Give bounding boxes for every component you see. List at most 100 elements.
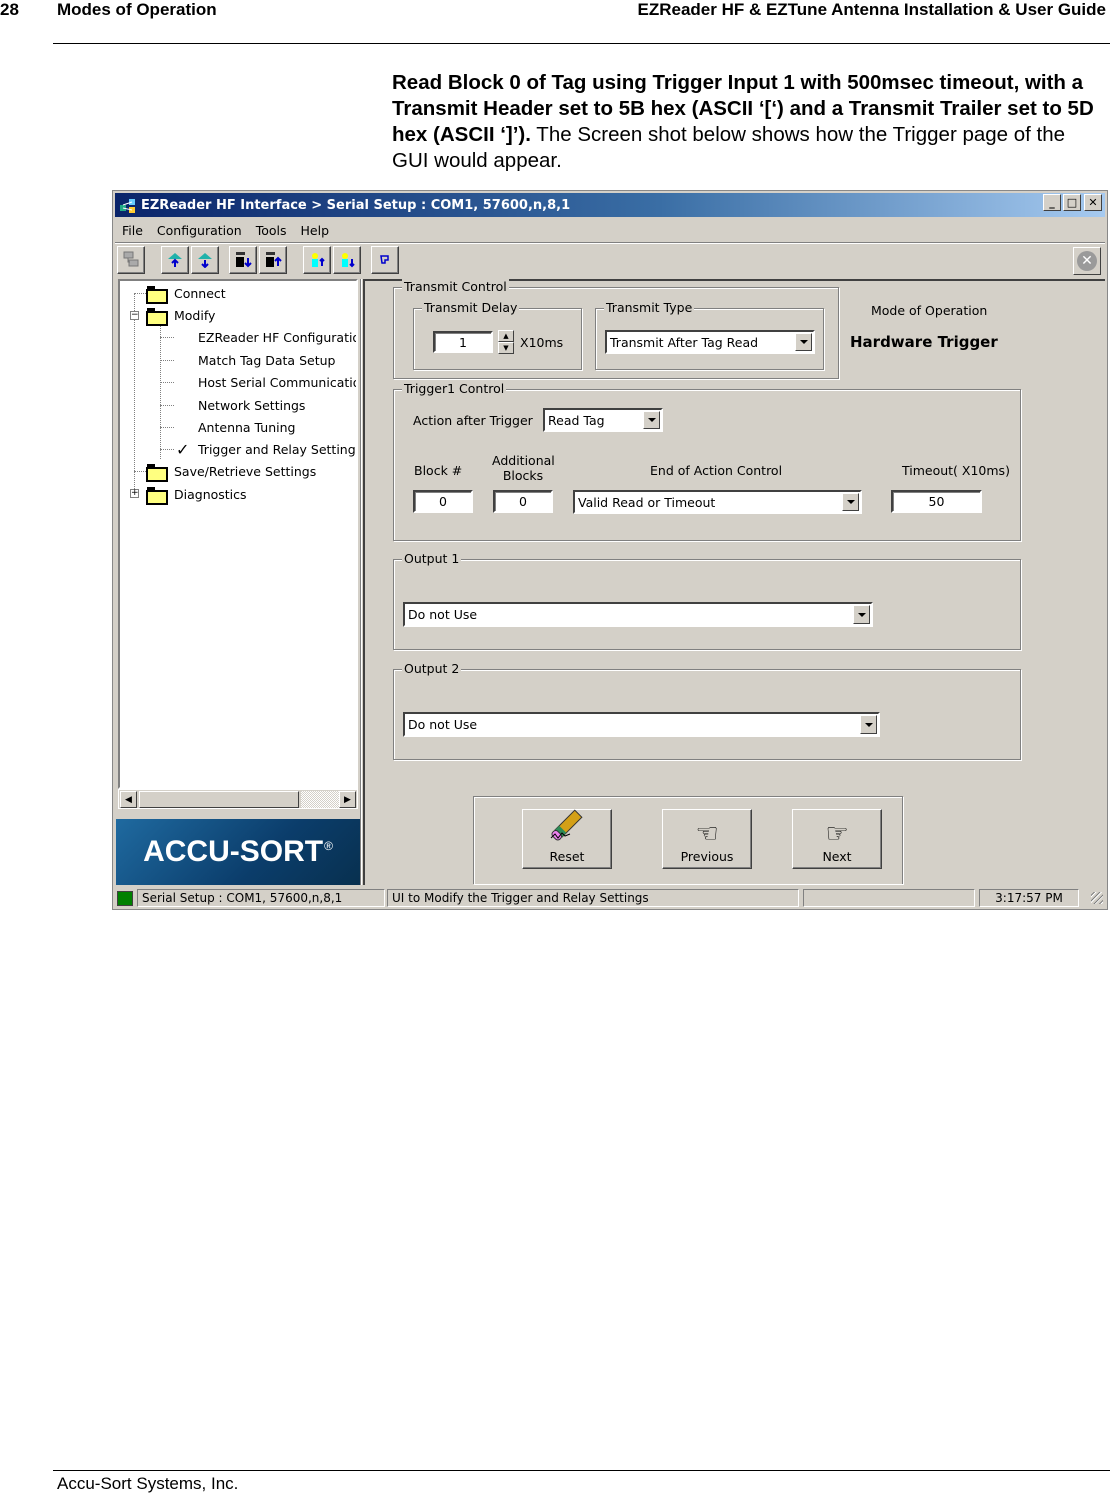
spin-down-button[interactable]: ▼ xyxy=(498,342,514,354)
menu-configuration[interactable]: Configuration xyxy=(150,223,249,238)
tree-item-label: Save/Retrieve Settings xyxy=(174,463,317,479)
minimize-button[interactable]: _ xyxy=(1043,194,1061,211)
menu-bar: File Configuration Tools Help xyxy=(115,219,336,241)
device-upload-icon xyxy=(264,250,282,271)
tree-item-label: Diagnostics xyxy=(174,486,247,502)
dropdown-arrow-icon[interactable] xyxy=(643,411,660,429)
tree-item-trigger-relay[interactable]: ✓ Trigger and Relay Settings xyxy=(176,439,356,459)
dropdown-arrow-icon[interactable] xyxy=(842,493,859,511)
tree-item-modify[interactable]: Modify xyxy=(146,305,215,326)
checkmark-icon: ✓ xyxy=(176,439,190,459)
select-value: Do not Use xyxy=(408,717,478,732)
toolbar-connect-button[interactable] xyxy=(117,246,145,274)
select-value: Transmit After Tag Read xyxy=(610,334,759,350)
expand-toggle[interactable]: + xyxy=(130,489,139,498)
resize-grip[interactable] xyxy=(1091,892,1103,904)
folder-icon xyxy=(146,308,168,326)
output1-group: Output 1 Do not Use xyxy=(393,551,1021,650)
timeout-label: Timeout( X10ms) xyxy=(902,463,1010,478)
dropdown-arrow-icon[interactable] xyxy=(860,715,877,734)
tree-item-label: EZReader HF Configuratio xyxy=(198,329,358,345)
toolbar-user-download-button[interactable] xyxy=(333,246,361,274)
tree-item-host-serial[interactable]: Host Serial Communication xyxy=(198,372,356,392)
menu-tools[interactable]: Tools xyxy=(249,223,294,238)
scroll-track[interactable] xyxy=(301,791,339,808)
timeout-input[interactable]: 50 xyxy=(891,490,982,513)
tree-item-label: Connect xyxy=(174,285,226,301)
previous-button[interactable]: ☜ Previous xyxy=(662,809,752,869)
tree-item-network[interactable]: Network Settings xyxy=(198,395,305,415)
tree-item-ezreader-config[interactable]: EZReader HF Configuratio xyxy=(198,327,358,347)
tree-line xyxy=(160,405,174,406)
output2-select[interactable]: Do not Use xyxy=(403,712,880,737)
tree-item-antenna-tuning[interactable]: Antenna Tuning xyxy=(198,417,295,437)
transmit-type-select[interactable]: Transmit After Tag Read xyxy=(605,330,815,354)
registered-mark: ® xyxy=(324,839,333,853)
toolbar-device-download-button[interactable] xyxy=(229,246,257,274)
group-label: Transmit Type xyxy=(604,300,695,315)
toolbar-pointer-button[interactable] xyxy=(371,246,399,274)
transmit-delay-group: Transmit Delay 1 ▲ ▼ X10ms xyxy=(413,300,582,370)
dropdown-arrow-icon[interactable] xyxy=(795,333,812,351)
output2-group: Output 2 Do not Use xyxy=(393,661,1021,760)
tree-line xyxy=(160,337,174,338)
dropdown-arrow-icon[interactable] xyxy=(853,605,870,624)
page-header: 28 Modes of Operation EZReader HF & EZTu… xyxy=(0,0,1110,44)
spin-up-button[interactable]: ▲ xyxy=(498,330,514,342)
block-number-input[interactable]: 0 xyxy=(413,490,473,513)
block-number-label: Block # xyxy=(414,463,463,478)
tree-horizontal-scrollbar[interactable]: ◀ ▶ xyxy=(118,789,358,809)
folder-icon xyxy=(146,286,168,304)
end-of-action-label: End of Action Control xyxy=(650,463,783,478)
toolbar-upload-button[interactable] xyxy=(161,246,189,274)
additional-blocks-input[interactable]: 0 xyxy=(493,490,553,513)
toolbar-user-upload-button[interactable] xyxy=(303,246,331,274)
pane-splitter[interactable] xyxy=(360,279,362,885)
toolbar-device-upload-button[interactable] xyxy=(259,246,287,274)
collapse-toggle[interactable]: − xyxy=(130,311,139,320)
tree-item-diagnostics[interactable]: Diagnostics xyxy=(146,484,247,505)
tree-item-match-tag[interactable]: Match Tag Data Setup xyxy=(198,350,335,370)
exit-button[interactable]: ✕ xyxy=(1073,247,1101,275)
footer-rule xyxy=(53,1470,1110,1471)
transmit-delay-spinner[interactable]: ▲ ▼ xyxy=(498,330,514,354)
label-line: Blocks xyxy=(502,468,544,483)
pointer-icon xyxy=(378,252,392,269)
menu-file[interactable]: File xyxy=(115,223,150,238)
select-value: Read Tag xyxy=(548,412,605,428)
toolbar-download-button[interactable] xyxy=(191,246,219,274)
status-connection: Serial Setup : COM1, 57600,n,8,1 xyxy=(137,889,385,907)
previous-label: Previous xyxy=(680,849,734,864)
device-download-icon xyxy=(234,250,252,271)
group-label: Output 2 xyxy=(402,661,462,676)
transmit-delay-input[interactable]: 1 xyxy=(433,331,493,353)
eraser-icon xyxy=(547,808,587,849)
tree-line xyxy=(134,293,135,497)
tree-line xyxy=(134,293,146,294)
tree-item-connect[interactable]: Connect xyxy=(146,283,226,304)
menu-help[interactable]: Help xyxy=(294,223,337,238)
scroll-thumb[interactable] xyxy=(139,791,299,808)
hand-pointing-left-icon: ☜ xyxy=(695,819,719,849)
tree-item-save-retrieve[interactable]: Save/Retrieve Settings xyxy=(146,461,317,482)
next-button[interactable]: ☞ Next xyxy=(792,809,882,869)
maximize-button[interactable]: □ xyxy=(1063,194,1081,211)
tree-line xyxy=(160,382,174,383)
user-download-icon xyxy=(338,250,356,271)
accu-sort-logo: ACCU-SORT ® xyxy=(116,819,360,885)
end-of-action-select[interactable]: Valid Read or Timeout xyxy=(573,490,862,514)
exit-icon: ✕ xyxy=(1077,251,1097,271)
action-after-trigger-select[interactable]: Read Tag xyxy=(543,408,663,432)
delay-unit-label: X10ms xyxy=(520,335,564,350)
close-button[interactable]: ✕ xyxy=(1084,194,1102,211)
reset-button[interactable]: Reset xyxy=(522,809,612,869)
label-line: Additional xyxy=(492,453,555,468)
scroll-right-button[interactable]: ▶ xyxy=(339,791,356,808)
network-icon xyxy=(122,250,140,271)
scroll-left-button[interactable]: ◀ xyxy=(120,791,137,808)
group-label: Output 1 xyxy=(402,551,462,566)
additional-blocks-label: Additional Blocks xyxy=(492,453,555,483)
output1-select[interactable]: Do not Use xyxy=(403,602,873,627)
status-time: 3:17:57 PM xyxy=(979,889,1079,907)
transmit-type-group: Transmit Type Transmit After Tag Read xyxy=(595,300,824,370)
